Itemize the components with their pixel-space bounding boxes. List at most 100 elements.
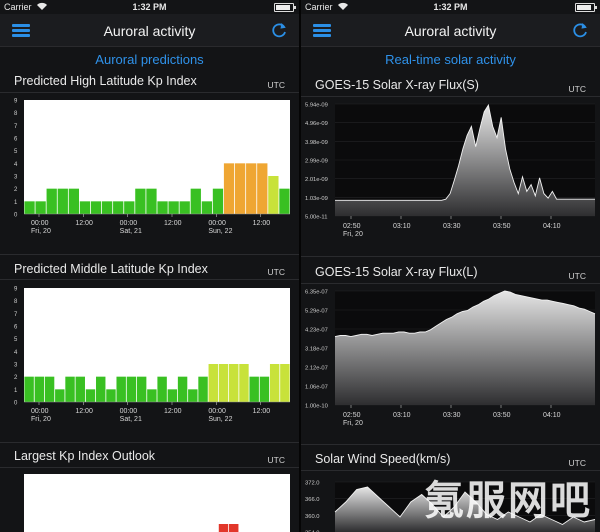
y-tick-label: 2 xyxy=(14,187,18,193)
y-tick-label: 2.12e-07 xyxy=(305,366,328,372)
y-tick-label: 360.0 xyxy=(305,514,320,520)
y-tick-label: 0 xyxy=(14,401,18,407)
solar-wind-title: Solar Wind Speed(km/s) xyxy=(315,452,451,466)
x-tick-date: Sat, 21 xyxy=(120,228,142,235)
utc-label: UTC xyxy=(267,455,285,465)
left-screen: Carrier 1:32 PM Auroral activity Auroral… xyxy=(0,0,299,532)
utc-label: UTC xyxy=(267,267,285,277)
nav-bar: Auroral activity xyxy=(301,14,600,47)
kp-bar xyxy=(259,376,270,402)
page-title: Auroral activity xyxy=(404,23,497,39)
kp-bar xyxy=(101,201,113,214)
x-tick-label: 04:10 xyxy=(543,223,561,230)
x-tick-date: Sun, 22 xyxy=(208,416,232,423)
refresh-icon[interactable] xyxy=(269,20,289,40)
kp-bar xyxy=(106,389,116,402)
y-tick-label: 3 xyxy=(14,363,18,369)
kp-outlook-chart xyxy=(24,474,290,532)
kp-bar xyxy=(268,176,279,214)
high-latitude-kp-chart: 012345678900:00Fri, 2012:00 00:00Sat, 211… xyxy=(14,99,290,235)
y-tick-label: 1 xyxy=(14,388,18,394)
high-latitude-kp-title: Predicted High Latitude Kp Index xyxy=(14,74,197,88)
kp-bar xyxy=(218,364,229,402)
x-tick-label: 02:50 xyxy=(343,223,361,230)
y-tick-label: 3.98e-09 xyxy=(305,140,328,146)
nav-bar: Auroral activity xyxy=(0,14,299,47)
xray-flux-l-title: GOES-15 Solar X-ray Flux(L) xyxy=(315,265,478,279)
kp-bar xyxy=(269,364,280,402)
kp-bar xyxy=(116,376,126,402)
kp-bar xyxy=(234,163,246,214)
status-bar: Carrier 1:32 PM xyxy=(301,0,600,14)
kp-bar xyxy=(55,389,65,402)
x-tick-date: Fri, 20 xyxy=(31,228,51,235)
utc-label: UTC xyxy=(568,271,586,281)
kp-bar xyxy=(34,376,45,402)
y-tick-label: 9 xyxy=(14,287,18,293)
kp-bar xyxy=(229,364,239,402)
kp-bar xyxy=(239,364,249,402)
kp-bar xyxy=(24,376,34,402)
solar-activity-link[interactable]: Real-time solar activity xyxy=(301,52,600,67)
clock: 1:32 PM xyxy=(132,2,167,12)
y-tick-label: 9 xyxy=(14,99,18,105)
kp-bar xyxy=(135,188,146,214)
kp-outlook-title: Largest Kp Index Outlook xyxy=(14,449,156,463)
kp-bar xyxy=(126,376,137,402)
utc-label: UTC xyxy=(267,80,285,90)
x-tick-date: Sat, 21 xyxy=(120,416,142,423)
watermark: 氪服网吧 xyxy=(424,478,592,524)
y-tick-label: 5.29e-07 xyxy=(305,309,328,315)
kp-bar xyxy=(280,364,290,402)
battery-icon xyxy=(274,3,296,12)
y-tick-label: 7 xyxy=(14,312,18,318)
y-tick-label: 8 xyxy=(14,111,18,117)
plot-area xyxy=(24,474,290,532)
middle-latitude-kp-chart: 012345678900:00Fri, 2012:00 00:00Sat, 211… xyxy=(14,287,290,423)
kp-bar xyxy=(136,376,147,402)
utc-label: UTC xyxy=(568,458,586,468)
x-tick-label: 03:50 xyxy=(493,412,511,419)
x-tick-label: 12:00 xyxy=(164,408,182,415)
status-bar: Carrier 1:32 PM xyxy=(0,0,299,14)
kp-bar xyxy=(85,389,96,402)
xray-flux-l-chart: 1.00e-10 1.06e-07 2.12e-07 3.18e-07 4.23e-07… xyxy=(305,290,596,427)
utc-label: UTC xyxy=(568,84,586,94)
x-tick-label: 00:00 xyxy=(120,408,138,415)
y-tick-label: 4.23e-07 xyxy=(305,328,328,334)
y-tick-label: 4 xyxy=(14,350,18,356)
y-tick-label: 5 xyxy=(14,149,18,155)
kp-bar xyxy=(177,376,188,402)
kp-bar xyxy=(188,389,198,402)
kp-bar xyxy=(96,376,106,402)
clock: 1:32 PM xyxy=(433,2,468,12)
y-tick-label: 1.00e-10 xyxy=(305,404,328,410)
y-tick-label: 2.01e-09 xyxy=(305,177,328,183)
x-tick-label: 00:00 xyxy=(31,220,49,227)
xray-flux-s-chart: 5.00e-11 1.03e-09 2.01e-09 2.99e-09 3.98e-09… xyxy=(305,103,595,238)
x-tick-label: 03:30 xyxy=(443,223,461,230)
kp-bar xyxy=(208,364,218,402)
y-tick-label: 5 xyxy=(14,337,18,343)
x-tick-date: Sun, 22 xyxy=(208,228,232,235)
kp-bar xyxy=(124,201,135,214)
x-tick-label: 12:00 xyxy=(253,220,271,227)
y-tick-label: 2 xyxy=(14,375,18,381)
auroral-predictions-link[interactable]: Auroral predictions xyxy=(0,52,299,67)
refresh-icon[interactable] xyxy=(570,20,590,40)
y-tick-label: 6 xyxy=(14,137,18,143)
x-tick-date: Fri, 20 xyxy=(343,231,363,238)
x-tick-label: 03:50 xyxy=(493,223,511,230)
kp-bar xyxy=(35,201,46,214)
kp-bar xyxy=(201,201,213,214)
y-tick-label: 2.99e-09 xyxy=(305,159,328,165)
x-tick-label: 03:10 xyxy=(393,223,411,230)
x-tick-label: 12:00 xyxy=(75,408,93,415)
battery-icon xyxy=(575,3,597,12)
x-tick-label: 03:10 xyxy=(393,412,411,419)
kp-bar xyxy=(279,188,290,214)
kp-bar xyxy=(190,188,201,214)
kp-bar xyxy=(146,188,157,214)
kp-bar xyxy=(246,163,257,214)
y-tick-label: 3.18e-07 xyxy=(305,347,328,353)
